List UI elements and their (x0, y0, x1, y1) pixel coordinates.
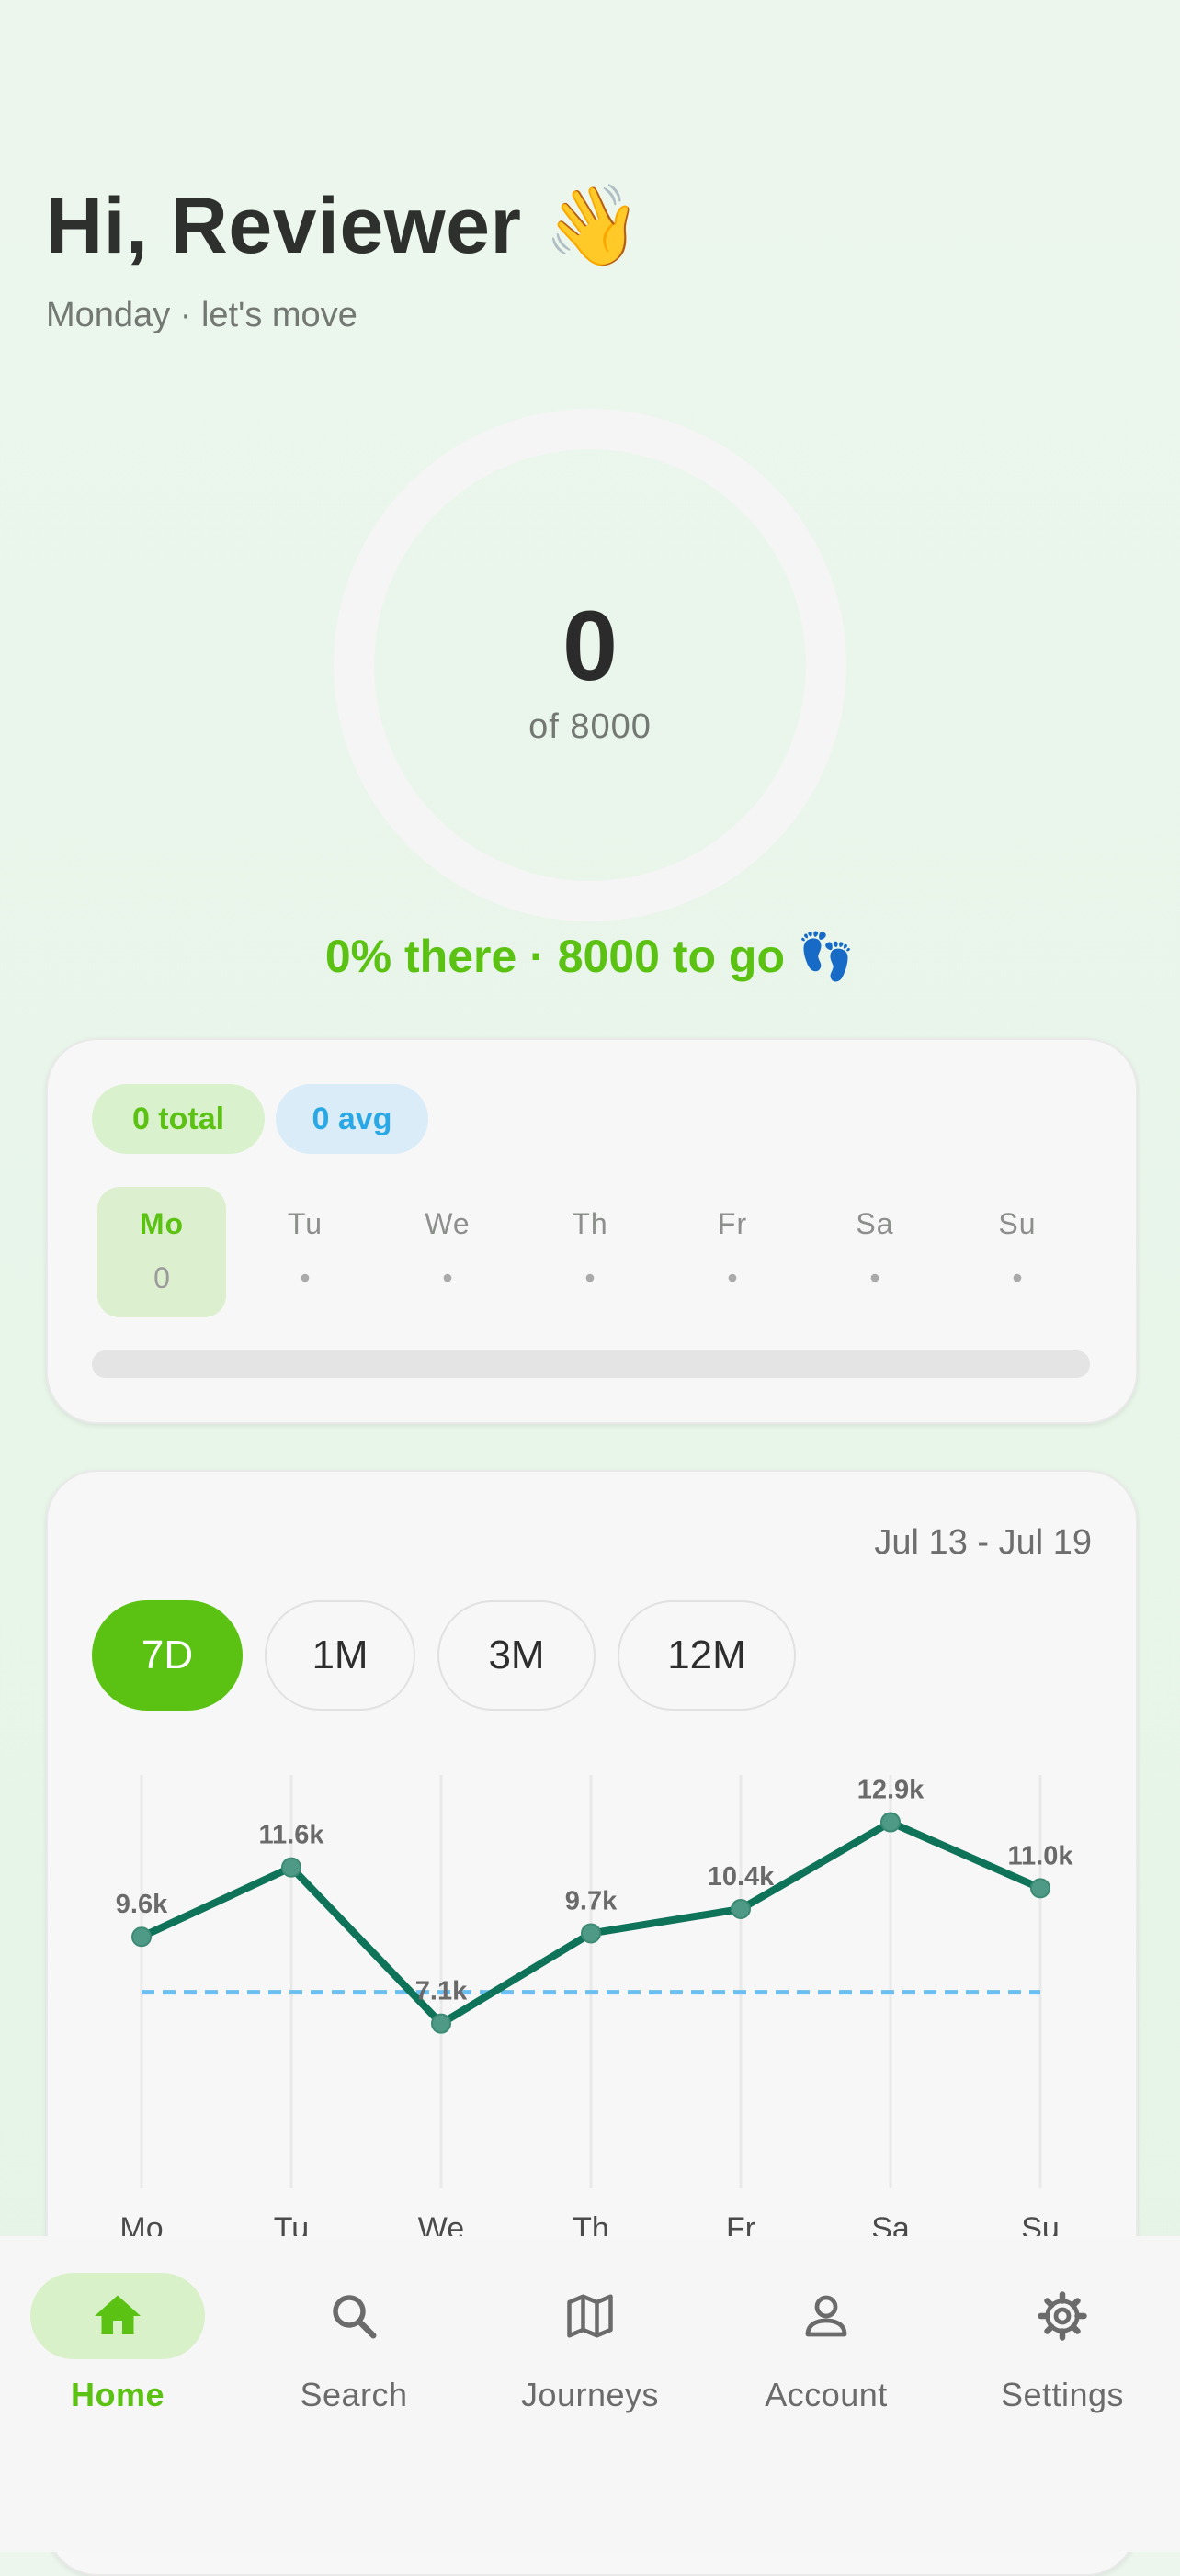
date-range-label: Jul 13 - Jul 19 (874, 1523, 1092, 1562)
data-label: 9.6k (116, 1890, 168, 1919)
greeting-title: Hi, Reviewer 👋 (46, 182, 643, 270)
day-name: Tu (287, 1207, 323, 1240)
day-name: Su (998, 1207, 1037, 1240)
day-name: Fr (717, 1207, 748, 1240)
day-name: Sa (856, 1207, 894, 1240)
data-label: 12.9k (857, 1776, 925, 1805)
map-icon (567, 2294, 613, 2338)
steps-line-chart: 9.6k11.6k7.1k9.7k10.4k12.9k11.0kMo Tu We Th… (116, 1775, 1074, 2246)
day-value: • (727, 1261, 738, 1294)
gear-icon (1038, 2291, 1087, 2341)
data-point (880, 1812, 901, 1833)
day-name: Mo (139, 1207, 185, 1240)
day-value: • (584, 1261, 596, 1294)
average-badge: 0 avg (276, 1084, 428, 1154)
data-point (1030, 1878, 1050, 1899)
data-label: 11.6k (259, 1821, 325, 1850)
day-value: • (869, 1261, 880, 1294)
day-fr[interactable]: Fr • (668, 1187, 797, 1317)
range-7d-button[interactable]: 7D (92, 1600, 243, 1711)
data-label: 9.7k (565, 1886, 618, 1915)
nav-home[interactable]: Home (26, 2273, 210, 2414)
day-th[interactable]: Th • (526, 1187, 654, 1317)
nav-search[interactable]: Search (262, 2273, 446, 2414)
day-su[interactable]: Su • (953, 1187, 1082, 1317)
nav-account[interactable]: Account (734, 2273, 918, 2414)
nav-label: Home (70, 2376, 165, 2413)
greeting-subtitle: Monday · let's move (46, 296, 357, 334)
data-point (131, 1926, 152, 1948)
person-icon (805, 2295, 847, 2337)
day-sa[interactable]: Sa • (811, 1187, 939, 1317)
week-progress-bar (92, 1350, 1090, 1378)
nav-settings[interactable]: Settings (970, 2273, 1154, 2414)
day-mo[interactable]: Mo 0 (97, 1187, 226, 1317)
day-we[interactable]: We • (383, 1187, 512, 1317)
home-icon (95, 2295, 141, 2334)
day-value: • (1012, 1261, 1023, 1294)
total-badge: 0 total (92, 1084, 265, 1154)
data-point (431, 2013, 451, 2034)
data-point (281, 1857, 301, 1878)
steps-count: 0 (562, 590, 618, 701)
nav-journeys[interactable]: Journeys (498, 2273, 682, 2414)
data-point (581, 1923, 601, 1944)
range-3m-button[interactable]: 3M (437, 1600, 596, 1711)
data-point (731, 1899, 751, 1919)
data-label: 7.1k (415, 1977, 468, 2006)
day-value: • (442, 1261, 453, 1294)
progress-message: 0% there · 8000 to go 👣 (324, 931, 856, 982)
day-tu[interactable]: Tu • (241, 1187, 369, 1317)
data-label: 11.0k (1008, 1841, 1074, 1870)
nav-label: Account (765, 2376, 888, 2413)
day-name: Th (572, 1207, 608, 1240)
day-value: • (300, 1261, 311, 1294)
day-value: 0 (153, 1261, 170, 1294)
day-name: We (425, 1207, 471, 1240)
search-icon (333, 2295, 377, 2339)
data-label: 10.4k (708, 1862, 775, 1892)
nav-label: Journeys (520, 2376, 660, 2413)
range-12m-button[interactable]: 12M (618, 1600, 796, 1711)
nav-label: Search (300, 2376, 408, 2413)
range-1m-button[interactable]: 1M (265, 1600, 415, 1711)
week-summary-card: 0 total 0 avg Mo 0 Tu • We • Th • Fr • S… (46, 1038, 1138, 1424)
nav-label: Settings (1000, 2376, 1125, 2413)
bottom-navigation: Home Search Journeys Account Settings (0, 2236, 1180, 2552)
steps-goal: of 8000 (528, 707, 652, 746)
